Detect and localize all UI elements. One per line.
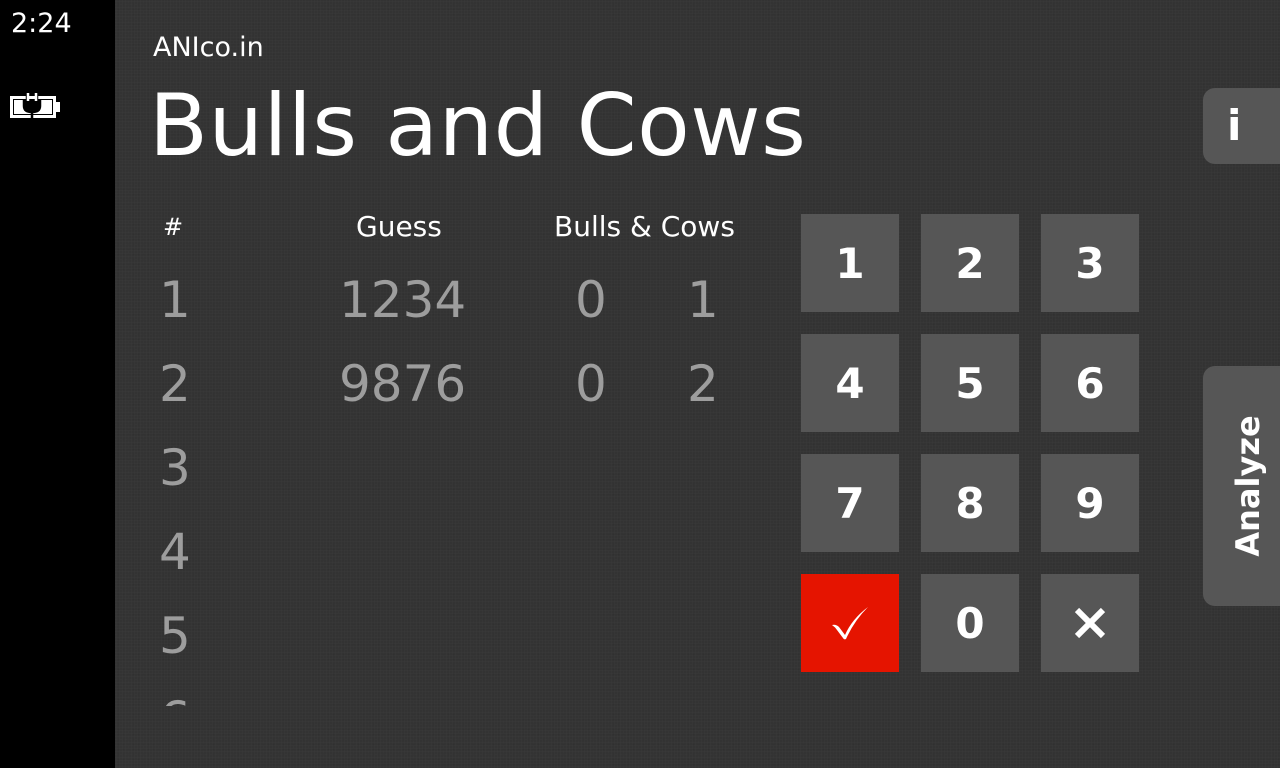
row-number: 4 [159,523,191,581]
row-number: 1 [159,271,191,329]
system-tray: 2:24 [0,0,115,768]
key-2-button[interactable]: 2 [921,214,1019,312]
history-row: 2 9876 0 2 [115,342,775,426]
header-guess: Guess [356,210,442,243]
row-guess: 1234 [339,271,467,329]
row-bulls: 0 [575,271,607,329]
row-number: 2 [159,355,191,413]
header-number: # [163,213,184,241]
history-row: 4 [115,510,775,594]
app-name: ANIco.in [153,32,264,63]
row-guess: 9876 [339,355,467,413]
page-title: Bulls and Cows [149,76,807,176]
key-0-button[interactable]: 0 [921,574,1019,672]
guess-history-list[interactable]: 1 1234 0 1 2 9876 0 2 3 4 5 [115,258,775,706]
submit-button[interactable] [801,574,899,672]
history-row: 3 [115,426,775,510]
row-number: 3 [159,439,191,497]
row-bulls: 0 [575,355,607,413]
key-9-button[interactable]: 9 [1041,454,1139,552]
row-cows: 2 [687,355,719,413]
history-row: 1 1234 0 1 [115,258,775,342]
header-bulls-cows: Bulls & Cows [554,210,735,243]
info-button[interactable]: i [1203,88,1280,164]
key-4-button[interactable]: 4 [801,334,899,432]
screen: 2:24 ANIco.in Bulls and Cows # Guess Bul… [0,0,1280,768]
clock: 2:24 [11,8,72,39]
battery-charging-icon [10,93,60,119]
analyze-button-label: Analyze [1229,415,1267,557]
row-cows: 1 [687,271,719,329]
close-icon [1074,607,1106,639]
key-1-button[interactable]: 1 [801,214,899,312]
history-row: 5 [115,594,775,678]
analyze-button[interactable]: Analyze [1203,366,1280,606]
key-7-button[interactable]: 7 [801,454,899,552]
clear-button[interactable] [1041,574,1139,672]
row-number: 5 [159,607,191,665]
key-3-button[interactable]: 3 [1041,214,1139,312]
history-row: 6 [115,678,775,706]
key-8-button[interactable]: 8 [921,454,1019,552]
app-area: ANIco.in Bulls and Cows # Guess Bulls & … [115,0,1280,768]
info-button-label: i [1227,101,1242,150]
key-5-button[interactable]: 5 [921,334,1019,432]
checkmark-icon [832,607,868,640]
key-6-button[interactable]: 6 [1041,334,1139,432]
row-number: 6 [159,678,191,706]
